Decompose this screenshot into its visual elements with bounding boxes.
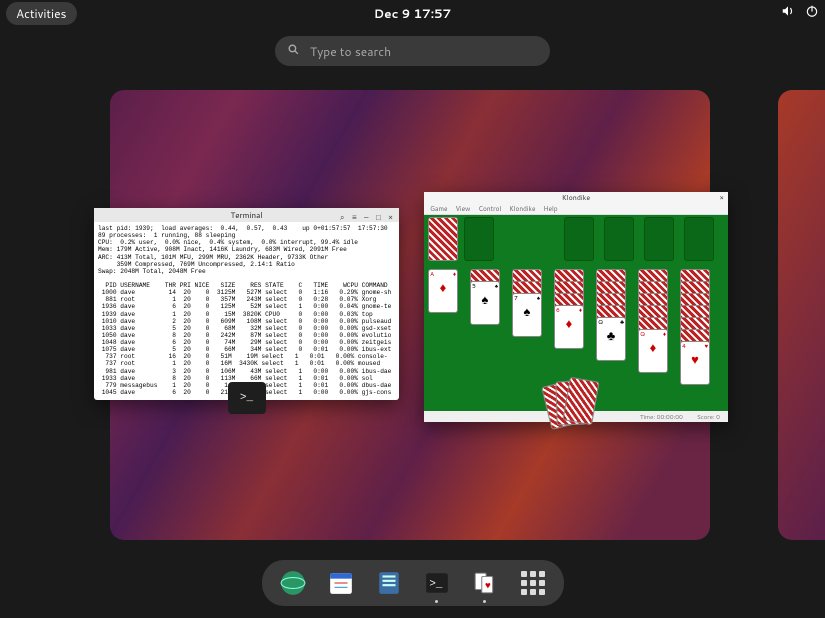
running-indicator [435, 600, 438, 603]
terminal-window[interactable]: Terminal ⌕ ≡ – □ × last pid: 1939; load … [94, 208, 399, 400]
dash-calendar[interactable] [326, 568, 356, 598]
menu-game[interactable]: Game [430, 205, 447, 214]
tableau-face-card[interactable]: Q♦♦ [638, 329, 668, 373]
dash-terminal[interactable]: >_ [422, 568, 452, 598]
svg-text:♥: ♥ [485, 578, 491, 592]
running-indicator [483, 600, 486, 603]
volume-icon[interactable] [781, 4, 795, 22]
menu-view[interactable]: View [455, 205, 470, 214]
terminal-content: last pid: 1939; load averages: 0.44, 0.5… [94, 222, 399, 400]
klondike-window[interactable]: Klondike × Game View Control Klondike He… [424, 192, 728, 422]
stock-pile[interactable] [428, 217, 458, 261]
menu-klondike[interactable]: Klondike [509, 205, 535, 214]
dash-app-grid[interactable] [518, 568, 548, 598]
klondike-felt[interactable]: A♦♦ 5♠♠ 7♠♠ 6♦♦ Q♣♣ Q♦♦ 4♥♥ [424, 215, 728, 411]
status-time: Time: 00:00:00 [640, 412, 683, 421]
search-icon [287, 43, 300, 60]
dash: >_ ♥ [262, 560, 564, 606]
tableau-face-card[interactable]: 6♦♦ [554, 305, 584, 349]
close-icon[interactable]: × [720, 193, 724, 203]
close-icon[interactable]: × [388, 211, 396, 219]
menu-help[interactable]: Help [543, 205, 557, 214]
waste-slot[interactable] [464, 217, 494, 261]
minimize-icon[interactable]: – [364, 211, 372, 219]
dash-web-browser[interactable] [278, 568, 308, 598]
foundation-slot[interactable] [604, 217, 634, 261]
menu-icon[interactable]: ≡ [352, 211, 360, 219]
tableau-face-card[interactable]: 7♠♠ [512, 293, 542, 337]
foundation-slot[interactable] [684, 217, 714, 261]
tableau-face-card[interactable]: 5♠♠ [470, 281, 500, 325]
foundation-slot[interactable] [564, 217, 594, 261]
tableau-face-card[interactable]: Q♣♣ [596, 317, 626, 361]
power-icon[interactable] [805, 4, 819, 22]
clock[interactable]: Dec 9 17:57 [374, 5, 451, 22]
terminal-titlebar[interactable]: Terminal ⌕ ≡ – □ × [94, 208, 399, 222]
terminal-app-icon: >_ [228, 382, 266, 414]
status-score: Score: 0 [697, 412, 720, 421]
menu-control[interactable]: Control [478, 205, 501, 214]
tableau-face-card[interactable]: 4♥♥ [680, 341, 710, 385]
workspace-peek[interactable] [778, 90, 825, 540]
foundation-slot[interactable] [644, 217, 674, 261]
tableau-face-card[interactable]: A♦♦ [428, 269, 458, 313]
activities-button[interactable]: Activities [6, 2, 77, 25]
klondike-titlebar[interactable]: Klondike × [424, 192, 728, 204]
maximize-icon[interactable]: □ [376, 211, 384, 219]
search-icon[interactable]: ⌕ [340, 211, 348, 219]
dash-files[interactable] [374, 568, 404, 598]
search-input[interactable]: Type to search [275, 36, 550, 66]
search-placeholder: Type to search [310, 43, 391, 60]
app-grid-icon [521, 571, 545, 595]
terminal-title: Terminal [231, 209, 263, 221]
klondike-menubar[interactable]: Game View Control Klondike Help [424, 204, 728, 215]
klondike-title: Klondike [562, 193, 590, 203]
dash-solitaire[interactable]: ♥ [470, 568, 500, 598]
svg-text:>_: >_ [429, 578, 442, 590]
